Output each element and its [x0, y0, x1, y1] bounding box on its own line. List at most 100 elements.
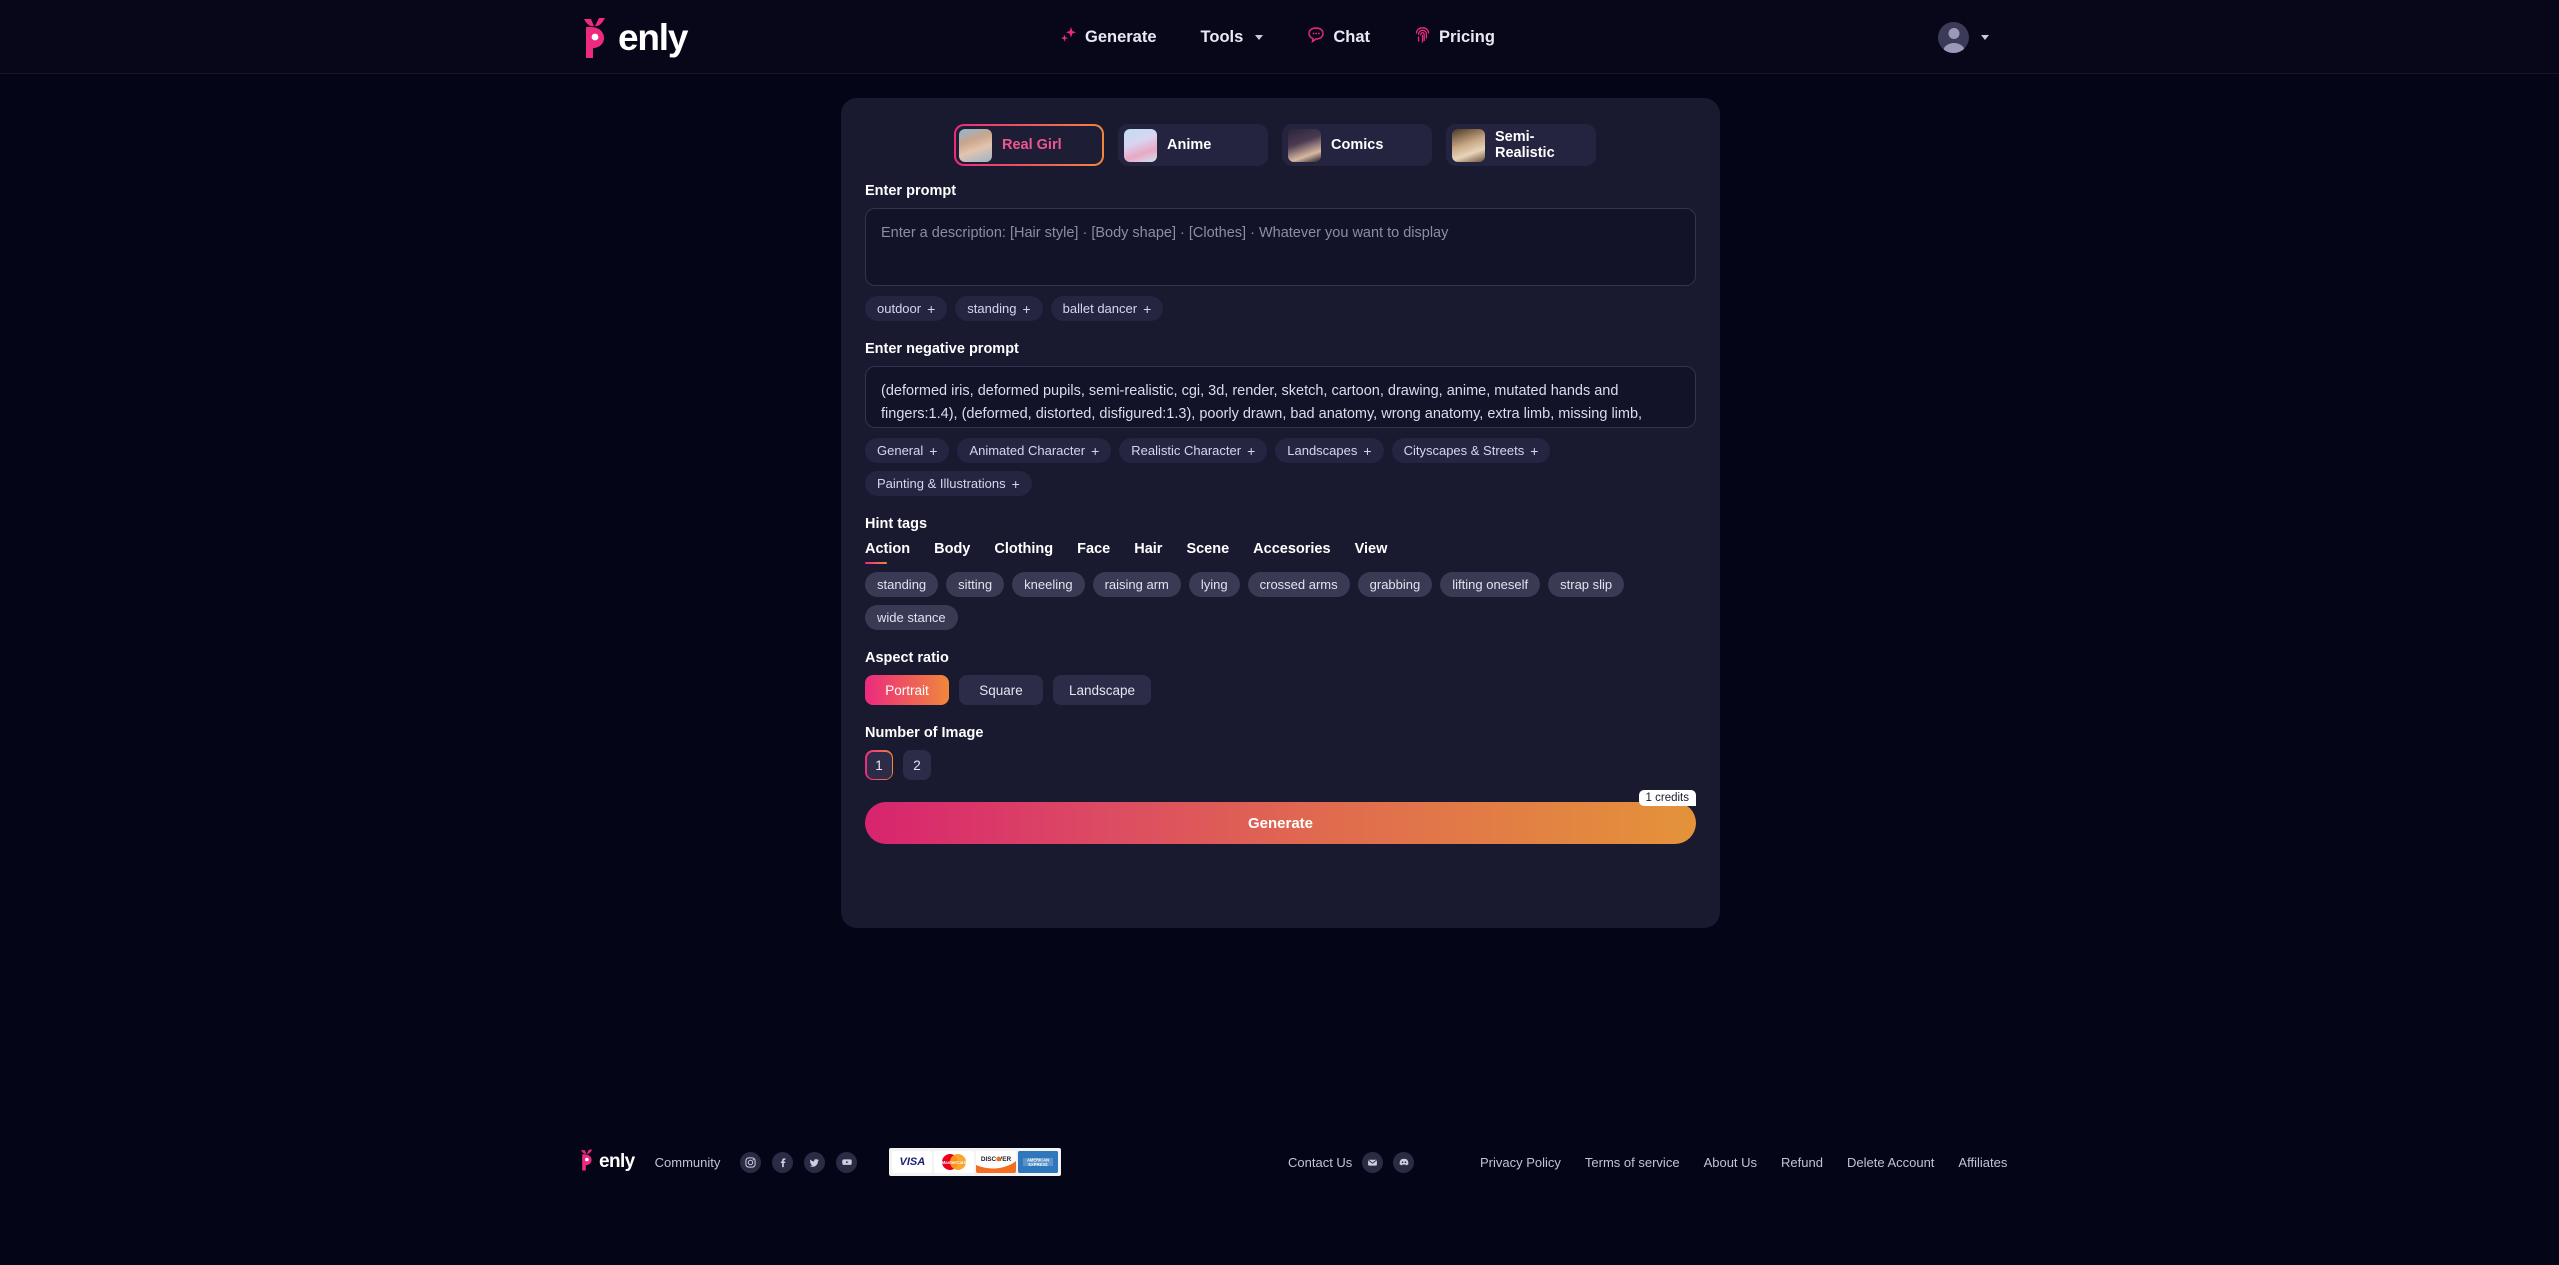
prompt-suggestion-list: outdoor + standing + ballet dancer + [865, 296, 1696, 321]
chip-label: standing [967, 301, 1017, 316]
hint-tag-pill[interactable]: raising arm [1092, 572, 1181, 597]
nav-item-pricing[interactable]: Pricing [1414, 26, 1495, 49]
footer-link-about-us[interactable]: About Us [1704, 1155, 1757, 1170]
nav-item-chat[interactable]: Chat [1307, 26, 1370, 48]
hint-category-accesories[interactable]: Accesories [1253, 541, 1330, 564]
instagram-icon[interactable] [740, 1151, 762, 1173]
hint-category-hair[interactable]: Hair [1134, 541, 1162, 564]
site-footer: enly Community VISA MasterCard DISC VER … [0, 1084, 2559, 1265]
mastercard-card-icon: MasterCard [934, 1151, 975, 1173]
social-icon-list [740, 1151, 858, 1173]
chip-label: Cityscapes & Streets [1403, 443, 1525, 458]
hint-tag-pill[interactable]: lying [1188, 572, 1240, 597]
style-thumbnail-anime [1124, 128, 1157, 162]
email-icon[interactable] [1362, 1151, 1384, 1173]
hint-category-action[interactable]: Action [865, 541, 910, 564]
prompt-suggestion-chip[interactable]: ballet dancer + [1050, 296, 1164, 321]
credits-badge: 1 credits [1638, 790, 1696, 806]
aspect-ratio-portrait[interactable]: Portrait [865, 675, 949, 705]
style-tab-anime[interactable]: Anime [1118, 124, 1268, 166]
nav-item-tools[interactable]: Tools [1201, 28, 1264, 47]
prompt-input[interactable]: Enter a description: [Hair style] · [Bod… [865, 208, 1696, 286]
aspect-ratio-label: Aspect ratio [865, 650, 949, 666]
footer-logo[interactable]: enly [578, 1148, 635, 1176]
hint-category-clothing[interactable]: Clothing [994, 541, 1053, 564]
hint-tags-label: Hint tags [865, 516, 928, 532]
footer-link-terms-of-service[interactable]: Terms of service [1585, 1155, 1680, 1170]
discord-icon[interactable] [1393, 1151, 1415, 1173]
footer-logo-text: enly [599, 1151, 635, 1172]
number-label: 1 [866, 751, 892, 779]
style-tab-real-girl[interactable]: Real Girl [954, 124, 1104, 166]
chat-bubble-icon [1307, 26, 1325, 48]
number-of-image-2[interactable]: 2 [903, 750, 931, 780]
hint-category-body[interactable]: Body [934, 541, 970, 564]
hint-tag-pill[interactable]: crossed arms [1247, 572, 1350, 597]
site-logo[interactable]: enly [578, 10, 688, 64]
footer-link-contact-us[interactable]: Contact Us [1288, 1155, 1352, 1170]
chip-label: Realistic Character [1131, 443, 1242, 458]
style-tab-label: Semi-Realistic [1495, 129, 1555, 161]
aspect-ratio-options: Portrait Square Landscape [865, 675, 1696, 705]
chip-label: Animated Character [969, 443, 1086, 458]
footer-link-delete-account[interactable]: Delete Account [1847, 1155, 1934, 1170]
payment-card-list: VISA MasterCard DISC VER AMERICAN EXPRES… [889, 1148, 1062, 1176]
discover-card-icon: DISC VER [976, 1151, 1017, 1173]
footer-link-community[interactable]: Community [655, 1155, 721, 1170]
nav-label-tools: Tools [1200, 27, 1244, 46]
nav-label-generate: Generate [1085, 27, 1157, 46]
negative-category-chip[interactable]: Animated Character + [957, 438, 1112, 463]
hint-tag-pill[interactable]: grabbing [1357, 572, 1433, 597]
prompt-suggestion-chip[interactable]: standing + [955, 296, 1043, 321]
youtube-icon[interactable] [836, 1151, 858, 1173]
style-thumbnail-real-girl [959, 128, 992, 162]
hint-category-view[interactable]: View [1355, 541, 1388, 564]
footer-link-privacy-policy[interactable]: Privacy Policy [1480, 1155, 1561, 1170]
facebook-icon[interactable] [772, 1151, 794, 1173]
negative-category-chip[interactable]: General + [865, 438, 950, 463]
negative-category-chip[interactable]: Painting & Illustrations + [865, 471, 1032, 496]
negative-category-chip[interactable]: Cityscapes & Streets + [1391, 438, 1551, 463]
svg-text:DISC VER: DISC VER [981, 1156, 1012, 1163]
main-stage: Real Girl Anime Comics Semi-Realistic En… [0, 74, 2559, 1084]
hint-tag-pill[interactable]: wide stance [865, 605, 958, 630]
hint-category-face[interactable]: Face [1077, 541, 1110, 564]
hint-tag-pill[interactable]: kneeling [1012, 572, 1085, 597]
nav-label-chat: Chat [1333, 27, 1370, 46]
footer-link-refund[interactable]: Refund [1781, 1155, 1823, 1170]
main-nav: Generate Tools Chat Pricing [1060, 0, 1495, 74]
plus-icon: + [1091, 442, 1100, 459]
account-menu[interactable] [1938, 0, 1989, 74]
style-tab-comics[interactable]: Comics [1282, 124, 1432, 166]
aspect-ratio-square[interactable]: Square [959, 675, 1043, 705]
style-tab-list: Real Girl Anime Comics Semi-Realistic [954, 124, 1696, 166]
nav-item-generate[interactable]: Generate [1060, 26, 1157, 48]
generation-panel: Real Girl Anime Comics Semi-Realistic En… [841, 98, 1720, 928]
negative-prompt-label: Enter negative prompt [865, 341, 1019, 357]
generate-button[interactable]: Generate [865, 802, 1696, 844]
footer-left-group: enly Community VISA MasterCard DISC VER … [578, 1142, 1062, 1182]
negative-category-chip[interactable]: Realistic Character + [1119, 438, 1268, 463]
chip-label: Painting & Illustrations [877, 476, 1006, 491]
plus-icon: + [1247, 442, 1256, 459]
number-of-image-1[interactable]: 1 [865, 750, 893, 780]
footer-link-affiliates[interactable]: Affiliates [1958, 1155, 2007, 1170]
aspect-ratio-landscape[interactable]: Landscape [1053, 675, 1152, 705]
twitter-icon[interactable] [804, 1151, 826, 1173]
negative-category-chip[interactable]: Landscapes + [1275, 438, 1384, 463]
plus-icon: + [1011, 475, 1020, 492]
negative-prompt-input[interactable]: (deformed iris, deformed pupils, semi-re… [865, 366, 1696, 428]
chevron-down-icon [1255, 34, 1264, 40]
hint-tag-pill[interactable]: standing [865, 572, 939, 597]
hint-category-scene[interactable]: Scene [1186, 541, 1229, 564]
style-thumbnail-semi-realistic [1452, 128, 1485, 162]
hint-tag-pill[interactable]: lifting oneself [1440, 572, 1541, 597]
plus-icon: + [927, 300, 936, 317]
prompt-suggestion-chip[interactable]: outdoor + [865, 296, 948, 321]
number-of-image-options: 1 2 [865, 750, 1696, 780]
chip-label: outdoor [877, 301, 922, 316]
hint-tag-pill[interactable]: sitting [946, 572, 1005, 597]
footer-links-group: Privacy Policy Terms of service About Us… [1480, 1142, 2007, 1182]
style-tab-semi-realistic[interactable]: Semi-Realistic [1446, 124, 1596, 166]
hint-tag-pill[interactable]: strap slip [1548, 572, 1625, 597]
